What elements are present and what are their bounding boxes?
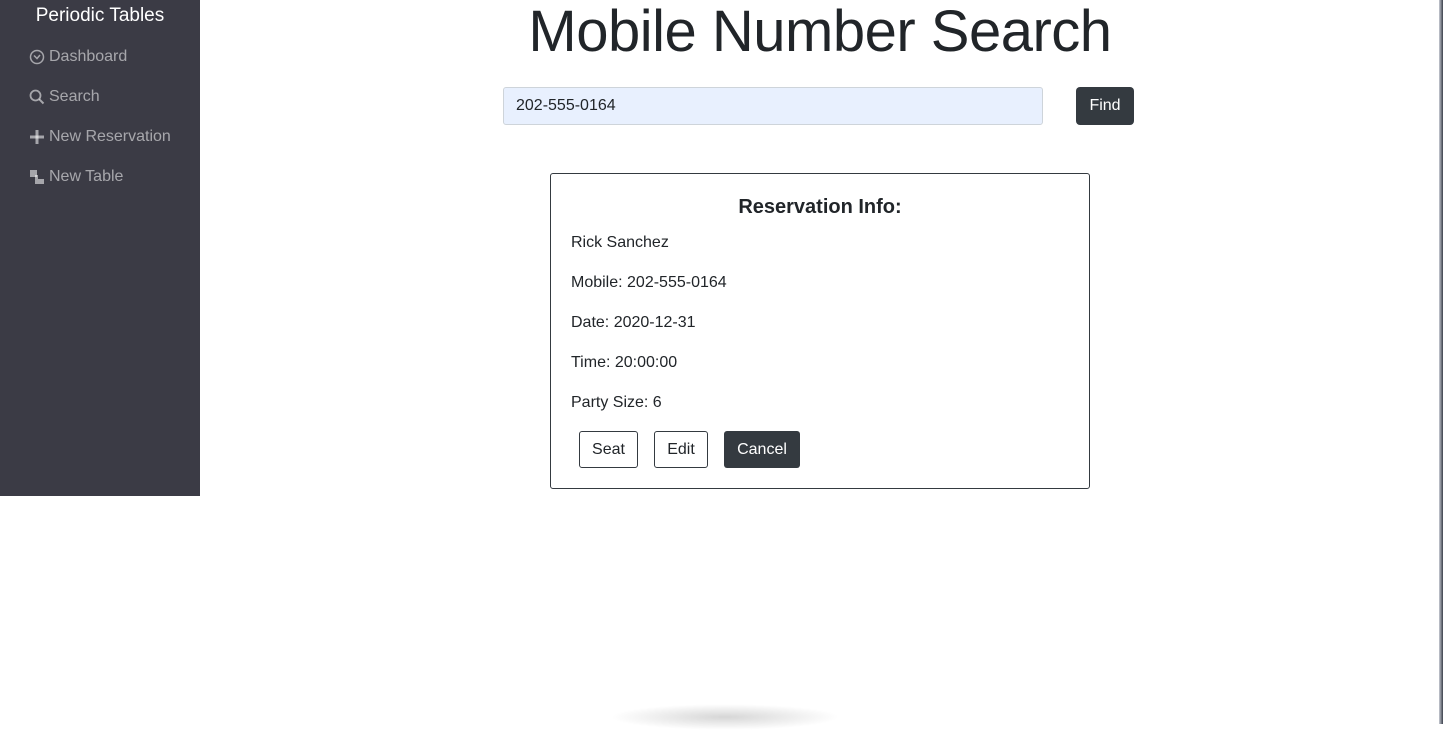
reservation-name: Rick Sanchez: [571, 233, 669, 253]
sidebar-item-label: Dashboard: [49, 47, 127, 67]
mobile-number-input[interactable]: [503, 87, 1043, 125]
find-button[interactable]: Find: [1076, 87, 1134, 125]
tables-icon: [28, 168, 46, 186]
search-icon: [28, 88, 46, 106]
reservation-time: Time: 20:00:00: [571, 353, 677, 373]
cancel-button[interactable]: Cancel: [724, 431, 800, 468]
sidebar-item-new-table[interactable]: New Table: [28, 167, 123, 187]
dashboard-icon: [28, 48, 46, 66]
reservation-party-size: Party Size: 6: [571, 393, 662, 413]
sidebar-item-label: Search: [49, 87, 100, 107]
plus-icon: [28, 128, 46, 146]
window-edge: [1439, 0, 1443, 724]
bottom-shadow: [610, 704, 840, 730]
page-title: Mobile Number Search: [200, 2, 1440, 62]
brand-title[interactable]: Periodic Tables: [0, 5, 200, 27]
reservation-date: Date: 2020-12-31: [571, 313, 696, 333]
sidebar-item-search[interactable]: Search: [28, 87, 100, 107]
sidebar-item-new-reservation[interactable]: New Reservation: [28, 127, 171, 147]
reservation-heading: Reservation Info:: [551, 196, 1089, 219]
sidebar-item-label: New Reservation: [49, 127, 171, 147]
sidebar: Periodic Tables Dashboard Search New Res…: [0, 0, 200, 496]
edit-button[interactable]: Edit: [654, 431, 708, 468]
sidebar-item-dashboard[interactable]: Dashboard: [28, 47, 127, 67]
seat-button[interactable]: Seat: [579, 431, 638, 468]
reservation-mobile: Mobile: 202-555-0164: [571, 273, 727, 293]
sidebar-item-label: New Table: [49, 167, 123, 187]
reservation-card: Reservation Info: Rick Sanchez Mobile: 2…: [550, 173, 1090, 489]
